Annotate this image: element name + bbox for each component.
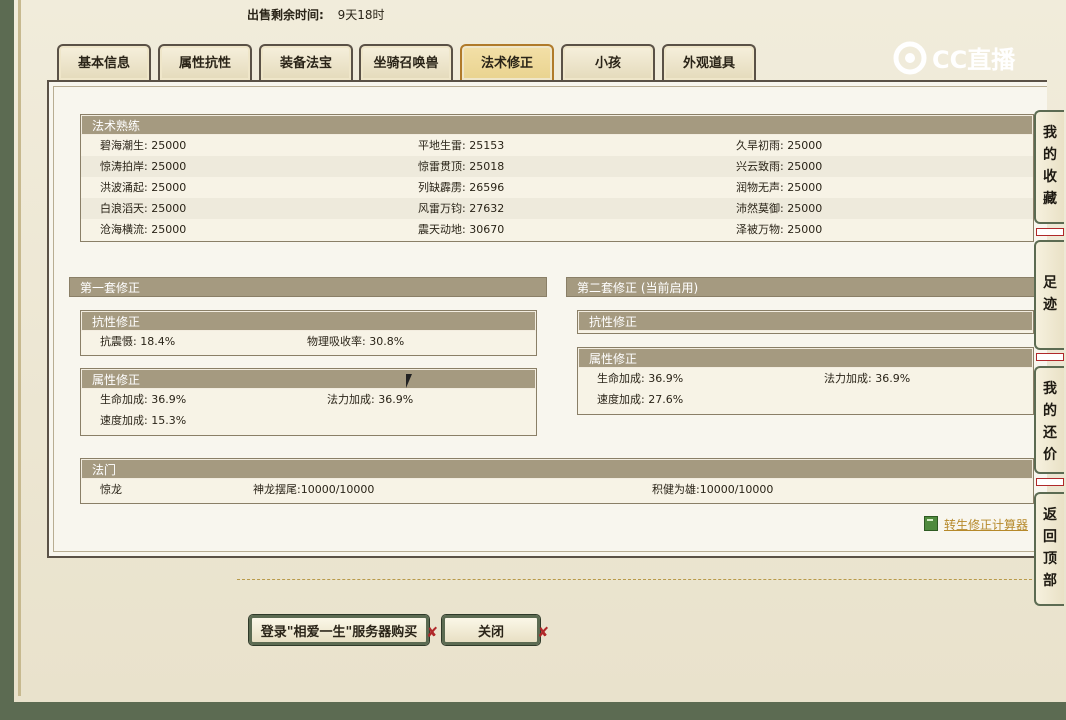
set2-attr-section: 属性修正 生命加成: 36.9% 法力加成: 36.9% 速度加成: 27.6% [577,347,1034,415]
close-label: 关闭 [477,625,504,640]
side-char: 还 [1043,425,1057,441]
list-item: 抗震慑: 18.4% 物理吸收率: 30.8% [81,331,536,352]
set2-resist-title: 抗性修正 [578,311,1033,331]
resist-item: 物理吸收率: 30.8% [307,335,405,348]
tab-equipment[interactable]: 装备法宝 [259,44,353,80]
tab-basic-info[interactable]: 基本信息 [57,44,151,80]
mastery-cell: 平地生雷: 25153 [418,139,505,152]
mouse-cursor-icon [406,374,412,388]
resist-item: 抗震慑: 18.4% [100,335,176,348]
mastery-cell: 久旱初雨: 25000 [736,139,823,152]
close-button[interactable]: 关闭 ✘ [442,615,549,645]
set1-resist-title: 抗性修正 [81,311,536,331]
famen-title: 法门 [81,459,1033,479]
calculator-icon [924,516,938,531]
side-separator [1036,478,1064,486]
close-x-icon: ✘ [426,625,438,641]
mastery-cell: 碧海潮生: 25000 [100,139,187,152]
sale-remaining-time: 出售剩余时间: 9天18时 [247,6,385,23]
mastery-cell: 惊雷贯顶: 25018 [418,160,505,173]
set1-attr-section: 属性修正 生命加成: 36.9% 法力加成: 36.9% 速度加成: 15.3% [80,368,537,436]
mastery-cell: 风雷万钧: 27632 [418,202,505,215]
my-bargain-button[interactable]: 我 的 还 价 [1034,366,1064,474]
side-char: 回 [1043,529,1057,545]
famen-section: 法门 惊龙 神龙摆尾:10000/10000 积健为雄:10000/10000 [80,458,1034,504]
side-char: 的 [1043,403,1057,419]
side-separator [1036,353,1064,361]
attr-item: 生命加成: 36.9% [100,393,187,406]
table-row: 惊涛拍岸: 25000 惊雷贯顶: 25018 兴云致雨: 25000 [81,156,1033,177]
famen-item: 惊龙 [100,483,122,496]
side-char: 价 [1043,447,1057,463]
attr-item: 速度加成: 27.6% [597,393,684,406]
mastery-grid: 碧海潮生: 25000 平地生雷: 25153 久旱初雨: 25000 惊涛拍岸… [81,135,1033,240]
logo-text: CC直播 [932,46,1016,74]
cc-live-logo: CC直播 [893,41,1016,75]
table-row: 碧海潮生: 25000 平地生雷: 25153 久旱初雨: 25000 [81,135,1033,156]
divider [237,579,1037,580]
mastery-cell: 沛然莫御: 25000 [736,202,823,215]
side-char: 部 [1043,573,1057,589]
tab-attr-resist[interactable]: 属性抗性 [158,44,252,80]
tab-appearance[interactable]: 外观道具 [662,44,756,80]
mastery-cell: 惊涛拍岸: 25000 [100,160,187,173]
side-char: 顶 [1043,551,1057,567]
list-item: 生命加成: 36.9% 法力加成: 36.9% [81,389,536,410]
list-item: 惊龙 神龙摆尾:10000/10000 积健为雄:10000/10000 [81,479,1033,500]
side-char: 迹 [1043,297,1057,313]
attr-item: 生命加成: 36.9% [597,372,684,385]
side-char: 返 [1043,507,1057,523]
side-separator [1036,228,1064,236]
table-row: 洪波涌起: 25000 列缺霹雳: 26596 润物无声: 25000 [81,177,1033,198]
side-char: 我 [1043,125,1057,141]
mastery-cell: 白浪滔天: 25000 [100,202,187,215]
login-buy-button[interactable]: 登录"相爱一生"服务器购买 ✘ [249,615,438,645]
set2-attr-title: 属性修正 [578,348,1033,368]
set1-attr-title: 属性修正 [81,369,536,389]
attr-item: 速度加成: 15.3% [100,414,187,427]
set1-title: 第一套修正 [69,277,547,297]
mastery-title: 法术熟练 [81,115,1033,135]
table-row: 白浪滔天: 25000 风雷万钧: 27632 沛然莫御: 25000 [81,198,1033,219]
attr-item: 法力加成: 36.9% [824,372,911,385]
list-item: 速度加成: 15.3% [81,410,536,431]
mastery-cell: 兴云致雨: 25000 [736,160,823,173]
attr-item: 法力加成: 36.9% [327,393,414,406]
mastery-cell: 震天动地: 30670 [418,223,505,236]
login-buy-label: 登录"相爱一生"服务器购买 [260,625,418,640]
side-char: 的 [1043,147,1057,163]
calc-link-text: 转生修正计算器 [944,518,1029,532]
set2-resist-section: 抗性修正 [577,310,1034,334]
side-char: 藏 [1043,191,1057,207]
mastery-cell: 润物无声: 25000 [736,181,823,194]
mastery-section: 法术熟练 碧海潮生: 25000 平地生雷: 25153 久旱初雨: 25000… [80,114,1034,242]
mastery-cell: 泽被万物: 25000 [736,223,823,236]
mastery-cell: 列缺霹雳: 26596 [418,181,505,194]
famen-item: 神龙摆尾:10000/10000 [253,483,375,496]
footprint-button[interactable]: 足 迹 [1034,240,1064,350]
set1-resist-section: 抗性修正 抗震慑: 18.4% 物理吸收率: 30.8% [80,310,537,356]
tab-child[interactable]: 小孩 [561,44,655,80]
side-char: 收 [1043,169,1057,185]
side-char: 足 [1043,275,1057,291]
sale-time-value: 9天18时 [337,8,385,22]
back-to-top-button[interactable]: 返 回 顶 部 [1034,492,1064,606]
set2-title: 第二套修正 (当前启用) [566,277,1036,297]
mastery-cell: 洪波涌起: 25000 [100,181,187,194]
list-item: 速度加成: 27.6% [578,389,1033,410]
close-x-icon: ✘ [537,625,549,641]
rebirth-calculator-link[interactable]: 转生修正计算器 [924,516,1028,533]
tab-mounts-summons[interactable]: 坐骑召唤兽 [359,44,453,80]
side-char: 我 [1043,381,1057,397]
my-favorites-button[interactable]: 我 的 收 藏 [1034,110,1064,224]
list-item: 生命加成: 36.9% 法力加成: 36.9% [578,368,1033,389]
mastery-cell: 沧海横流: 25000 [100,223,187,236]
sale-time-label: 出售剩余时间: [247,8,324,22]
famen-item: 积健为雄:10000/10000 [652,483,774,496]
table-row: 沧海横流: 25000 震天动地: 30670 泽被万物: 25000 [81,219,1033,240]
tab-spell-correction[interactable]: 法术修正 [460,44,554,80]
